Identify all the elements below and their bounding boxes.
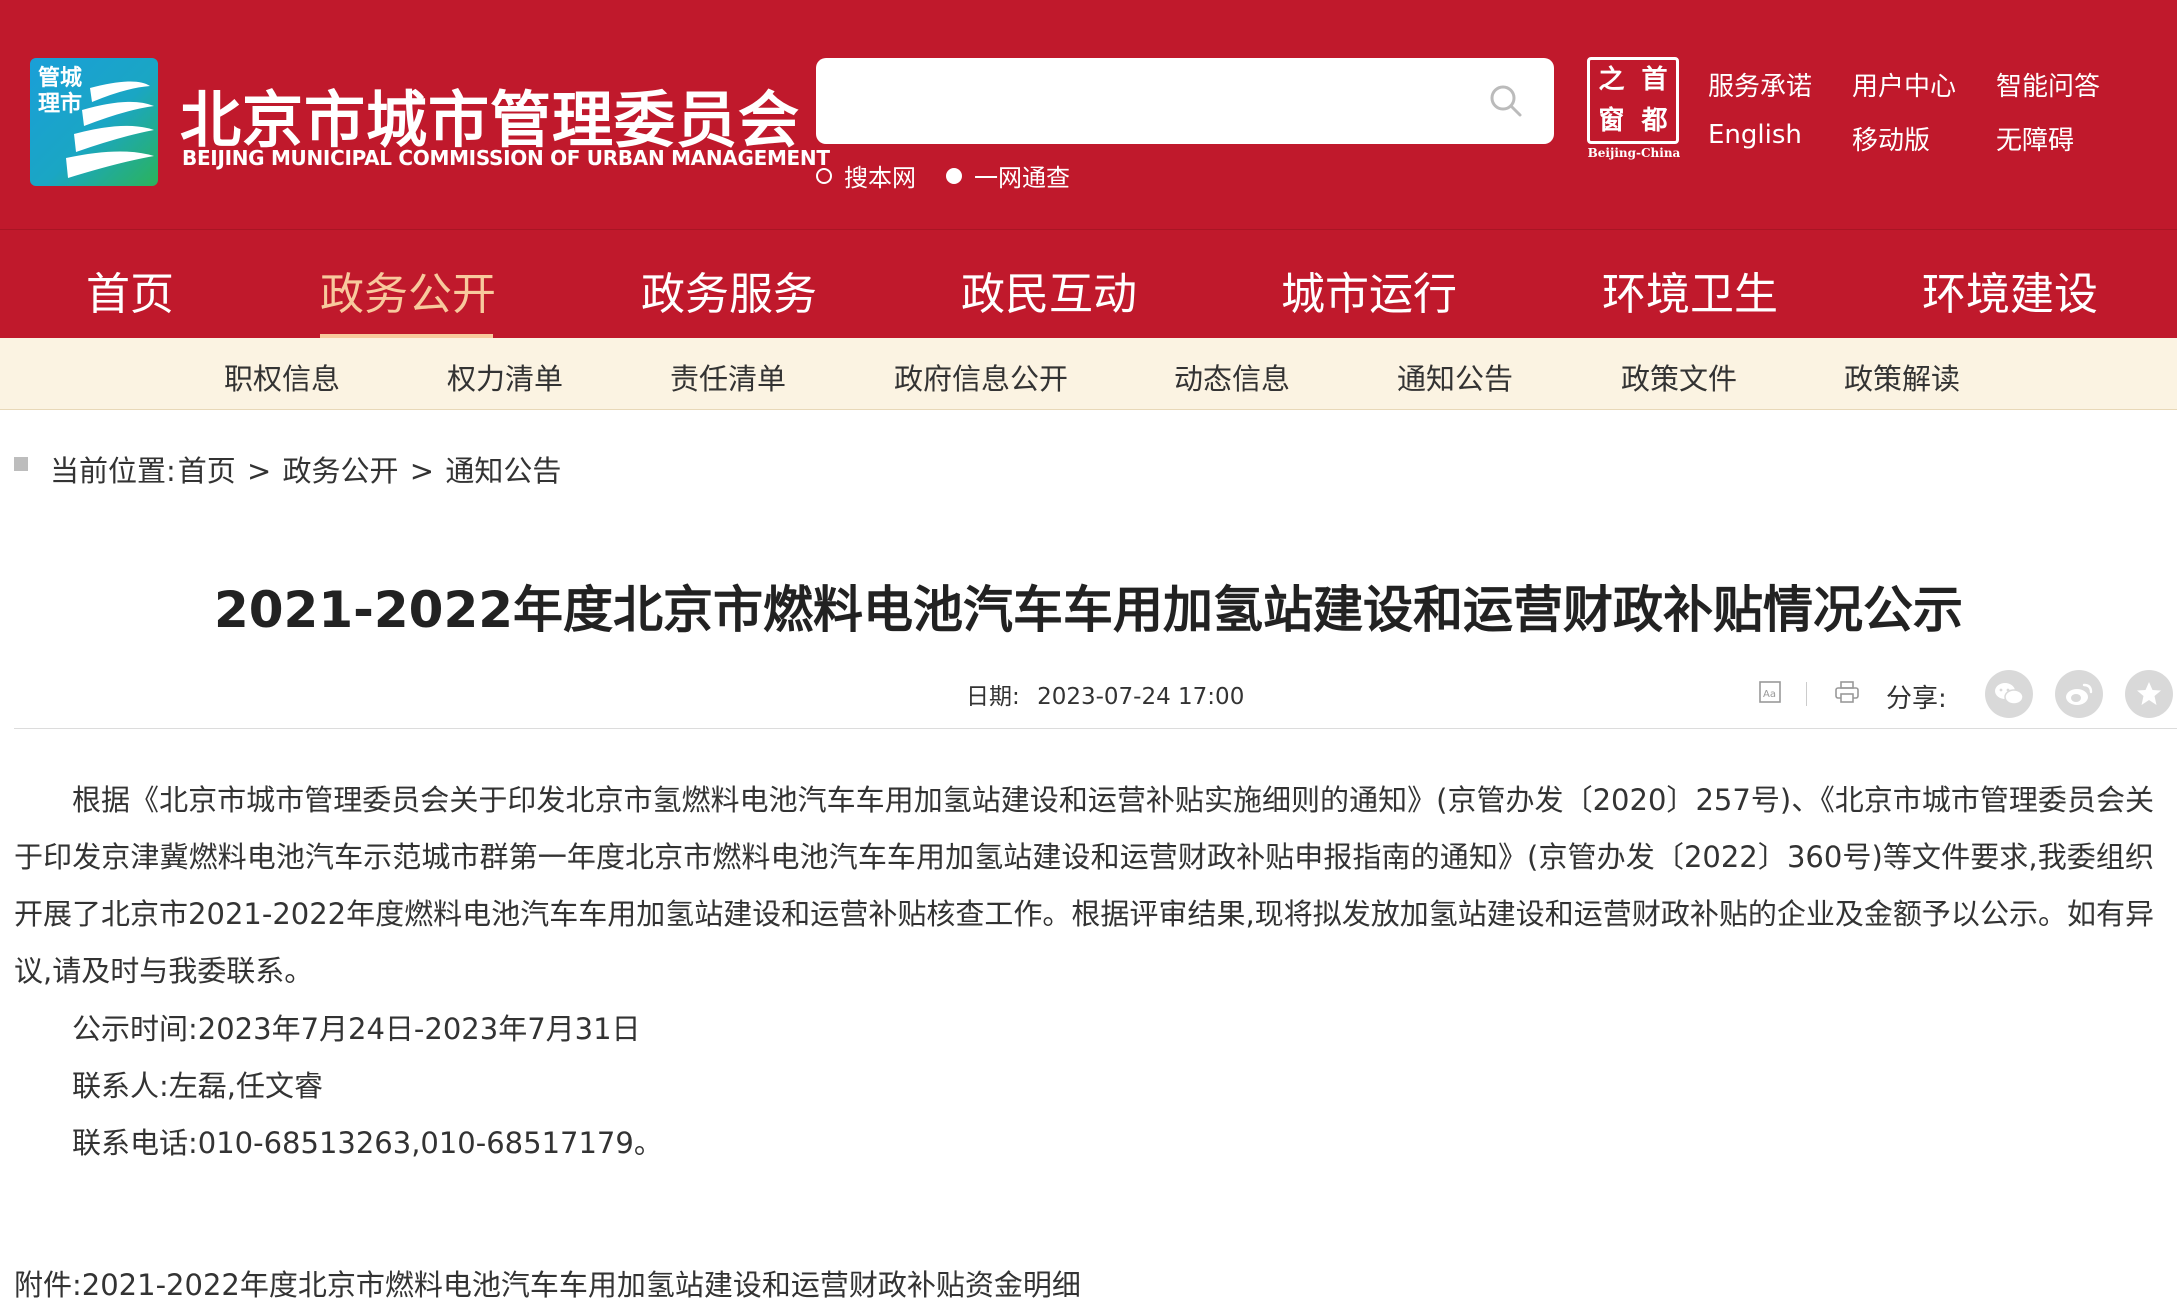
contact-persons: 联系人:左磊,任文睿: [72, 1069, 323, 1103]
share-wechat-button[interactable]: [1985, 670, 2033, 718]
subnav-authority-info[interactable]: 职权信息: [224, 356, 340, 398]
svg-text:Aa: Aa: [1763, 689, 1776, 700]
link-smart-qa[interactable]: 智能问答: [1996, 66, 2100, 103]
wechat-icon: [1995, 683, 2024, 705]
search-box: [816, 58, 1554, 144]
nav-interaction[interactable]: 政民互动: [961, 258, 1137, 322]
nav-home[interactable]: 首页: [86, 258, 174, 322]
article-title: 2021-2022年度北京市燃料电池汽车车用加氢站建设和运营财政补贴情况公示: [213, 581, 1964, 639]
subnav-policy-documents[interactable]: 政策文件: [1621, 356, 1737, 398]
link-service-commitment[interactable]: 服务承诺: [1708, 66, 1812, 103]
date-label: 日期:: [966, 684, 1020, 710]
breadcrumb-separator: >: [409, 454, 435, 488]
search-scope-all[interactable]: 一网通查: [946, 158, 1070, 193]
print-icon[interactable]: [1834, 680, 1860, 704]
subnav-power-list[interactable]: 权力清单: [447, 356, 563, 398]
seal-char: 之: [1598, 65, 1625, 95]
sub-nav: 职权信息 权力清单 责任清单 政府信息公开 动态信息 通知公告 政策文件 政策解…: [0, 338, 2177, 410]
link-user-center[interactable]: 用户中心: [1852, 66, 1956, 103]
link-mobile[interactable]: 移动版: [1852, 120, 1930, 157]
share-weibo-button[interactable]: [2055, 670, 2103, 718]
article-date: 日期: 2023-07-24 17:00: [966, 677, 1244, 711]
notice-period: 公示时间:2023年7月24日-2023年7月31日: [72, 1012, 641, 1046]
breadcrumb-separator: >: [247, 454, 272, 488]
search-scope-label: 搜本网: [844, 164, 916, 192]
breadcrumb-home[interactable]: 首页: [178, 454, 236, 488]
breadcrumb-prefix: 当前位置:: [50, 454, 176, 488]
subnav-notices[interactable]: 通知公告: [1397, 356, 1513, 398]
seal-char: 首: [1641, 65, 1668, 95]
nav-sanitation[interactable]: 环境卫生: [1602, 258, 1778, 322]
breadcrumb-notices[interactable]: 通知公告: [445, 454, 561, 488]
nav-government-services[interactable]: 政务服务: [641, 258, 817, 322]
toolbar-divider: [1806, 682, 1807, 706]
subnav-policy-interpretation[interactable]: 政策解读: [1844, 356, 1960, 398]
share-favorite-button[interactable]: [2125, 670, 2173, 718]
site-header: 管城 理市 北京市城市管理委员会 BEIJING MUNICIPAL COMMI…: [0, 0, 2177, 229]
link-accessibility[interactable]: 无障碍: [1996, 120, 2074, 157]
share-label: 分享:: [1886, 684, 1947, 714]
search-icon[interactable]: [1488, 83, 1524, 119]
font-size-icon[interactable]: Aa: [1758, 680, 1782, 704]
nav-environment-construction[interactable]: 环境建设: [1922, 258, 2098, 322]
search-scope-site[interactable]: 搜本网: [816, 158, 916, 193]
seal-char: 都: [1641, 105, 1668, 136]
date-value: 2023-07-24 17:00: [1037, 684, 1245, 710]
main-nav: 首页 政务公开 政务服务 政民互动 城市运行 环境卫生 环境建设: [0, 230, 2177, 338]
subnav-responsibility-list[interactable]: 责任清单: [670, 356, 786, 398]
search-scope-label: 一网通查: [974, 164, 1070, 192]
radio-unselected-icon: [816, 167, 832, 184]
contact-phone: 联系电话:010-68513263,010-68517179。: [72, 1126, 663, 1160]
link-english[interactable]: English: [1708, 120, 1802, 150]
breadcrumb-marker-icon: [14, 457, 28, 471]
search-input[interactable]: [836, 76, 1456, 126]
nav-city-operation[interactable]: 城市运行: [1281, 258, 1457, 322]
radio-selected-icon: [946, 167, 962, 184]
favorite-icon: [2137, 682, 2161, 705]
capital-window-seal[interactable]: 之 首 窗 都: [1587, 57, 1679, 144]
weibo-icon: [2066, 683, 2093, 705]
logo-text: 管城 理市: [38, 66, 83, 117]
subnav-news[interactable]: 动态信息: [1174, 356, 1290, 398]
article-divider: [14, 728, 2177, 729]
article-body: 根据《北京市城市管理委员会关于印发北京市氢燃料电池汽车车用加氢站建设和运营补贴实…: [14, 783, 2154, 988]
nav-government-affairs[interactable]: 政务公开: [320, 258, 496, 322]
capital-window-caption: Beijing-China: [1587, 146, 1681, 160]
breadcrumb-government-affairs[interactable]: 政务公开: [283, 454, 399, 488]
subnav-info-disclosure[interactable]: 政府信息公开: [894, 356, 1068, 398]
attachment-link[interactable]: 附件:2021-2022年度北京市燃料电池汽车车用加氢站建设和运营财政补贴资金明…: [14, 1262, 1081, 1302]
site-logo[interactable]: 管城 理市: [30, 58, 158, 186]
seal-char: 窗: [1598, 105, 1625, 136]
site-name-english: BEIJING MUNICIPAL COMMISSION OF URBAN MA…: [182, 146, 830, 170]
breadcrumb: 当前位置:首页 > 政务公开 > 通知公告: [48, 448, 561, 490]
